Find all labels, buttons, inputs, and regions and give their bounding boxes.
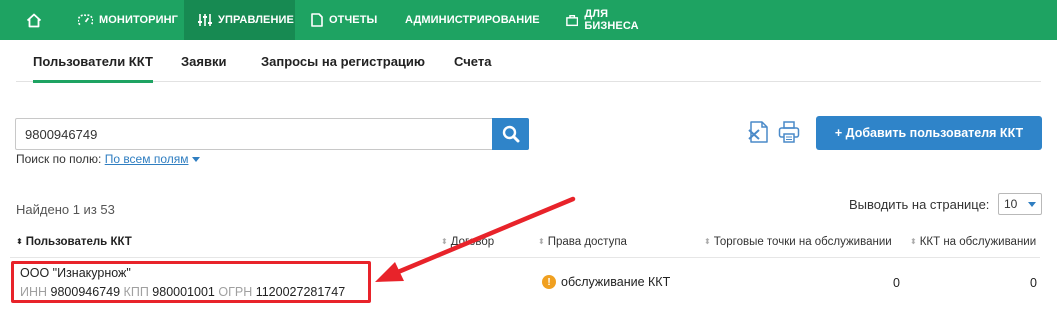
table-header-divider [10, 257, 1040, 258]
nav-management[interactable]: УПРАВЛЕНИЕ [184, 0, 295, 40]
briefcase-icon [566, 14, 579, 26]
column-header-points[interactable]: ⬍ Торговые точки на обслуживании [704, 236, 892, 248]
add-kkt-user-button[interactable]: + Добавить пользователя ККТ [816, 116, 1042, 150]
chevron-down-icon[interactable] [192, 157, 201, 163]
nav-administration[interactable]: АДМИНИСТРИРОВАНИЕ [399, 0, 540, 40]
nav-reports-label: ОТЧЕТЫ [329, 14, 378, 26]
search-input[interactable] [16, 119, 492, 149]
chevron-down-icon [1028, 202, 1036, 207]
column-header-access[interactable]: ⬍ Права доступа [538, 236, 627, 248]
search-button[interactable] [492, 118, 529, 150]
document-icon [311, 13, 323, 27]
warning-icon: ! [542, 275, 556, 289]
top-navigation: МОНИТОРИНГ УПРАВЛЕНИЕ ОТЧЕТЫ АДМИНИСТРИР… [0, 0, 1057, 40]
search-field-label: Поиск по полю: [16, 152, 102, 166]
print-icon [778, 121, 800, 143]
sort-icon: ⬍ [441, 237, 448, 246]
column-header-kkt[interactable]: ⬍ ККТ на обслуживании [910, 236, 1036, 248]
sort-icon: ⬍ [538, 237, 545, 246]
sort-icon: ⬍ [16, 237, 23, 246]
sub-tabs: Пользователи ККТ Заявки Запросы на регис… [16, 40, 1041, 83]
column-header-contract[interactable]: ⬍ Договор [441, 236, 494, 248]
print-button[interactable] [778, 120, 800, 144]
row-kkt-count: 0 [1030, 276, 1037, 290]
row-access: ! обслуживание ККТ [542, 275, 670, 289]
per-page-select[interactable]: 10 [998, 193, 1042, 215]
per-page-value: 10 [1004, 197, 1018, 211]
nav-home[interactable] [17, 0, 57, 40]
search-box [15, 118, 529, 150]
sort-icon: ⬍ [910, 237, 917, 246]
monitoring-icon [78, 14, 93, 26]
nav-monitoring-label: МОНИТОРИНГ [99, 14, 178, 26]
nav-administration-label: АДМИНИСТРИРОВАНИЕ [405, 14, 540, 26]
tab-kkt-users[interactable]: Пользователи ККТ [33, 40, 153, 83]
results-count: Найдено 1 из 53 [16, 202, 115, 217]
annotation-highlight-box [11, 261, 371, 303]
nav-reports[interactable]: ОТЧЕТЫ [311, 0, 381, 40]
nav-business[interactable]: ДЛЯ БИЗНЕСА [566, 0, 656, 40]
row-points-count: 0 [893, 276, 900, 290]
nav-management-label: УПРАВЛЕНИЕ [218, 14, 294, 26]
search-icon [502, 125, 519, 143]
per-page-label: Выводить на странице: [849, 197, 990, 212]
sort-icon: ⬍ [704, 237, 711, 246]
excel-export-icon [748, 121, 768, 143]
sliders-icon [198, 14, 212, 26]
nav-monitoring[interactable]: МОНИТОРИНГ [78, 0, 178, 40]
home-icon [26, 13, 42, 27]
search-field-dropdown[interactable]: По всем полям [105, 152, 189, 166]
column-header-kkt-user[interactable]: ⬍ Пользователь ККТ [16, 236, 132, 248]
tab-requests[interactable]: Заявки [181, 40, 226, 82]
tab-registration-requests[interactable]: Запросы на регистрацию [261, 40, 425, 82]
excel-export-button[interactable] [748, 120, 770, 144]
nav-business-label: ДЛЯ БИЗНЕСА [584, 8, 639, 32]
search-field-hint: Поиск по полю: По всем полям [16, 152, 201, 166]
tab-invoices[interactable]: Счета [454, 40, 491, 82]
